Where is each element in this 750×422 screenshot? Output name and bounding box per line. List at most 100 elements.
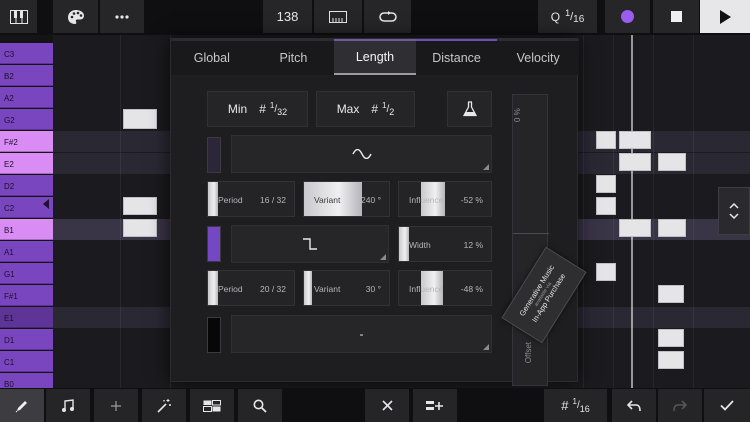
note[interactable]: [619, 219, 651, 237]
sine-wave-selector[interactable]: [231, 135, 492, 173]
flat-wave-selector[interactable]: -: [231, 315, 492, 353]
panel-tabs: Global Pitch Length Distance Velocity: [171, 39, 579, 75]
quantize-denominator: 16: [573, 14, 585, 25]
grid-line: [583, 35, 584, 388]
grid-numerator: 1: [572, 397, 577, 406]
key-label[interactable]: F#1: [0, 285, 53, 306]
influence-slider-2[interactable]: Influence -48 %: [398, 270, 492, 306]
delete-button[interactable]: [365, 389, 409, 422]
close-icon: [381, 400, 393, 411]
key-label[interactable]: G2: [0, 109, 53, 130]
piano-button[interactable]: [0, 0, 37, 33]
play-icon: [720, 9, 731, 24]
note[interactable]: [596, 175, 616, 193]
grid-denominator: 16: [579, 403, 590, 414]
slider-label: Influence: [409, 284, 444, 294]
note[interactable]: [658, 153, 686, 171]
square-wave-icon: [303, 238, 317, 250]
key-label[interactable]: A1: [0, 241, 53, 262]
key-label[interactable]: E2: [0, 153, 53, 174]
playhead[interactable]: [631, 35, 633, 388]
key-label[interactable]: E1: [0, 307, 53, 328]
min-length-button[interactable]: Min # 1 / 32: [207, 91, 308, 127]
grid-hash-icon: #: [371, 102, 379, 116]
add-button[interactable]: [94, 389, 138, 422]
pencil-icon: [15, 400, 27, 412]
note[interactable]: [596, 131, 616, 149]
key-label[interactable]: A2: [0, 87, 53, 108]
note[interactable]: [658, 219, 686, 237]
loop-icon: [378, 10, 397, 22]
plus-icon: [111, 400, 121, 411]
record-dot-icon: [621, 10, 634, 23]
note[interactable]: [123, 219, 157, 237]
note[interactable]: [596, 197, 616, 215]
width-slider[interactable]: Width 12 %: [398, 226, 492, 262]
variant-slider-1[interactable]: Variant 240 °: [303, 181, 390, 217]
search-button[interactable]: [238, 389, 282, 422]
note[interactable]: [658, 351, 684, 369]
vertical-scroll-button[interactable]: [718, 187, 750, 235]
key-label[interactable]: C1: [0, 351, 53, 372]
offset-value: 0 %: [513, 108, 522, 122]
redo-button[interactable]: [658, 389, 702, 422]
slider-label: Period: [218, 284, 243, 294]
note[interactable]: [596, 263, 616, 281]
record-button[interactable]: [605, 0, 650, 33]
tempo-button[interactable]: 138: [263, 0, 312, 33]
note[interactable]: [619, 153, 651, 171]
tab-pitch[interactable]: Pitch: [252, 39, 335, 75]
tab-length[interactable]: Length: [334, 39, 416, 75]
layout-toggle-button[interactable]: [190, 389, 234, 422]
note-tool-button[interactable]: [46, 389, 90, 422]
note[interactable]: [123, 109, 157, 129]
note[interactable]: [123, 197, 157, 215]
flat-color-swatch[interactable]: [207, 317, 221, 353]
square-color-swatch[interactable]: [207, 226, 221, 262]
slider-label: Variant: [314, 284, 341, 294]
min-label: Min: [227, 102, 248, 116]
key-label[interactable]: D2: [0, 175, 53, 196]
key-label[interactable]: F#2: [0, 131, 53, 152]
min-denominator: 32: [277, 107, 288, 117]
influence-slider-1[interactable]: Influence -52 %: [398, 181, 492, 217]
tab-velocity[interactable]: Velocity: [497, 39, 579, 75]
metronome-button[interactable]: [314, 0, 362, 33]
max-length-button[interactable]: Max # 1 / 2: [316, 91, 415, 127]
randomize-button[interactable]: [447, 91, 492, 127]
period-slider-1[interactable]: Period 16 / 32: [207, 181, 295, 217]
palette-button[interactable]: [53, 0, 98, 33]
tab-distance[interactable]: Distance: [415, 39, 498, 75]
loop-button[interactable]: [364, 0, 411, 33]
sine-color-swatch[interactable]: [207, 137, 221, 173]
confirm-button[interactable]: [704, 389, 750, 422]
variant-slider-2[interactable]: Variant 30 °: [303, 270, 390, 306]
play-button[interactable]: [700, 0, 750, 33]
top-toolbar: 138 Q 1 / 16: [0, 0, 750, 35]
square-wave-selector[interactable]: [231, 225, 389, 263]
stop-button[interactable]: [653, 0, 699, 33]
quantize-button[interactable]: Q 1 / 16: [538, 0, 597, 33]
note[interactable]: [658, 285, 684, 303]
bottom-toolbar: # 1 / 16: [0, 388, 750, 422]
grid-resolution-button[interactable]: # 1 / 16: [544, 389, 607, 422]
key-label[interactable]: B1: [0, 219, 53, 240]
piano-keyboard[interactable]: C3 B2 A2 G2 F#2 E2 D2 C2 B1 A1 G1 F#1 E1…: [0, 35, 53, 394]
note[interactable]: [658, 329, 684, 347]
flat-wave-symbol: -: [359, 327, 364, 341]
key-label[interactable]: D1: [0, 329, 53, 350]
note[interactable]: [619, 131, 651, 149]
pencil-tool-button[interactable]: [0, 389, 44, 422]
slider-label: Period: [218, 195, 243, 205]
key-label[interactable]: C3: [0, 43, 53, 64]
undo-button[interactable]: [612, 389, 656, 422]
add-track-button[interactable]: [413, 389, 457, 422]
magic-wand-button[interactable]: [142, 389, 186, 422]
key-label[interactable]: G1: [0, 263, 53, 284]
flask-icon: [462, 101, 477, 117]
tab-global[interactable]: Global: [171, 39, 253, 75]
period-slider-2[interactable]: Period 20 / 32: [207, 270, 295, 306]
key-label[interactable]: B2: [0, 65, 53, 86]
more-button[interactable]: [100, 0, 144, 33]
slider-value: 240 °: [361, 195, 381, 205]
